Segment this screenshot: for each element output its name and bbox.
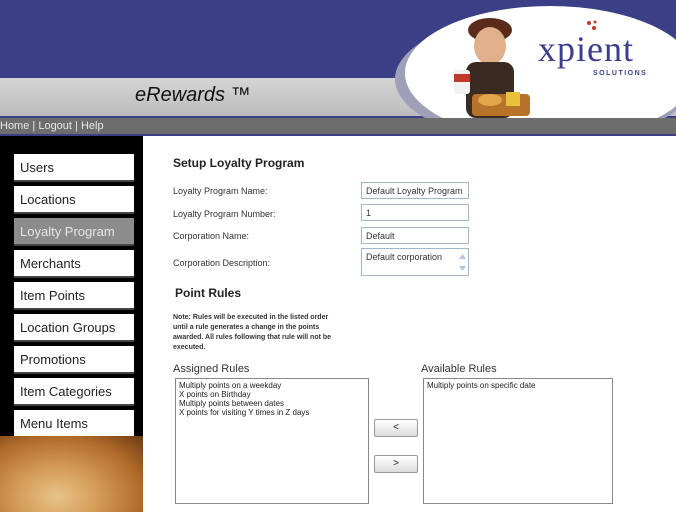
- sidebar-item-locations[interactable]: Locations: [14, 186, 134, 214]
- top-nav: Home | Logout | Help: [0, 118, 676, 134]
- list-item[interactable]: Multiply points on a weekday: [179, 381, 365, 390]
- point-rules-title: Point Rules: [175, 286, 242, 300]
- logo-dots-icon: [587, 20, 597, 30]
- point-rules-note: Note: Rules will be executed in the list…: [173, 313, 331, 353]
- sidebar-item-users[interactable]: Users: [14, 154, 134, 182]
- sidebar-item-menu-items[interactable]: Menu Items: [14, 410, 134, 438]
- corporation-description-textarea[interactable]: Default corporation: [361, 248, 469, 276]
- program-name-label: Loyalty Program Name:: [173, 186, 268, 196]
- available-rules-label: Available Rules: [421, 363, 497, 375]
- note-line: executed.: [173, 344, 206, 351]
- app-title: eRewards ™: [135, 84, 251, 106]
- note-line: Note: Rules will be executed in the list…: [173, 314, 329, 321]
- assigned-rules-list[interactable]: Multiply points on a weekday X points on…: [175, 378, 369, 504]
- move-right-button[interactable]: >: [374, 455, 418, 473]
- sidebar-item-merchants[interactable]: Merchants: [14, 250, 134, 278]
- help-link[interactable]: Help: [81, 120, 104, 132]
- sidebar-item-promotions[interactable]: Promotions: [14, 346, 134, 374]
- list-item[interactable]: Multiply points between dates: [179, 399, 365, 408]
- sidebar-item-loyalty-program[interactable]: Loyalty Program: [14, 218, 134, 246]
- move-left-button[interactable]: <: [374, 419, 418, 437]
- assigned-rules-label: Assigned Rules: [173, 363, 250, 375]
- sidebar-item-item-categories[interactable]: Item Categories: [14, 378, 134, 406]
- note-line: awarded. All rules following that rule w…: [173, 334, 332, 341]
- program-number-input[interactable]: [361, 204, 469, 221]
- brand-logo: xpient SOLUTIONS: [538, 20, 646, 77]
- corporation-name-label: Corporation Name:: [173, 231, 250, 241]
- available-rules-list[interactable]: Multiply points on specific date: [423, 378, 613, 504]
- corporation-name-input[interactable]: [361, 227, 469, 244]
- textarea-scroll-arrows-icon[interactable]: [458, 251, 467, 274]
- nav-separator: |: [29, 120, 39, 132]
- logo-subtext: SOLUTIONS: [593, 70, 648, 77]
- corporation-description-label: Corporation Description:: [173, 258, 271, 268]
- logo-wordmark: xpient: [538, 29, 634, 69]
- mascot-image: [454, 18, 530, 118]
- note-line: until a rule generates a change in the p…: [173, 324, 320, 331]
- header-banner: xpient SOLUTIONS eRewards ™: [0, 0, 676, 118]
- list-item[interactable]: X points for visiting Y times in Z days: [179, 408, 365, 417]
- sidebar: Users Locations Loyalty Program Merchant…: [0, 136, 143, 512]
- program-number-label: Loyalty Program Number:: [173, 209, 276, 219]
- logout-link[interactable]: Logout: [38, 120, 72, 132]
- sidebar-food-image: [0, 436, 143, 512]
- list-item[interactable]: Multiply points on specific date: [427, 381, 609, 390]
- page-title: Setup Loyalty Program: [173, 156, 305, 170]
- nav-separator: |: [71, 120, 81, 132]
- sidebar-item-location-groups[interactable]: Location Groups: [14, 314, 134, 342]
- home-link[interactable]: Home: [0, 120, 29, 132]
- list-item[interactable]: X points on Birthday: [179, 390, 365, 399]
- main-content: Setup Loyalty Program Loyalty Program Na…: [143, 136, 676, 512]
- corporation-description-value: Default corporation: [366, 252, 443, 262]
- sidebar-item-item-points[interactable]: Item Points: [14, 282, 134, 310]
- program-name-input[interactable]: [361, 182, 469, 199]
